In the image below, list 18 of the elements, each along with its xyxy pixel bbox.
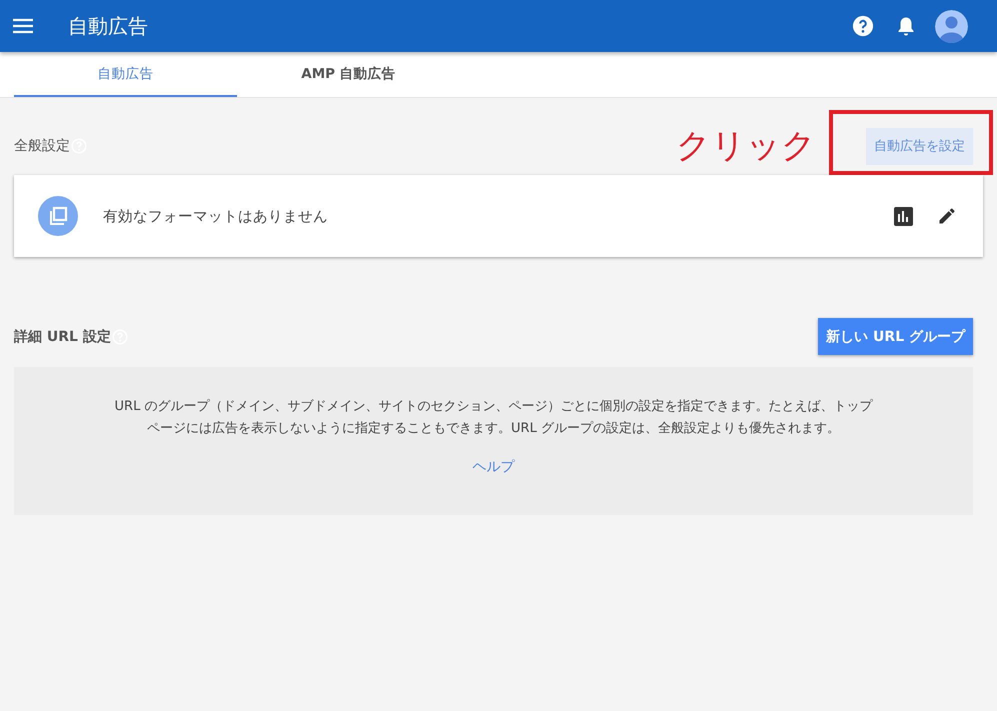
- section-heading: 全般設定: [14, 137, 70, 155]
- avatar-icon[interactable]: [935, 10, 968, 42]
- help-icon[interactable]: [852, 15, 874, 37]
- notification-bell-icon[interactable]: [897, 16, 915, 36]
- bar-chart-icon[interactable]: [894, 206, 913, 226]
- edit-icon[interactable]: [937, 206, 957, 226]
- app-title: 自動広告: [68, 12, 148, 40]
- menu-icon[interactable]: [13, 18, 33, 34]
- section-heading: 詳細 URL 設定: [14, 328, 111, 346]
- annotation-text: クリック: [676, 125, 816, 168]
- card-message: 有効なフォーマットはありません: [103, 208, 328, 226]
- help-link[interactable]: ヘルプ: [472, 458, 514, 476]
- tab[interactable]: AMP 自動広告: [237, 52, 460, 97]
- tab[interactable]: 自動広告: [14, 52, 237, 97]
- set-auto-ads-button[interactable]: 自動広告を設定: [866, 128, 973, 164]
- formats-icon: [38, 196, 78, 236]
- new-url-group-button[interactable]: 新しい URL グループ: [818, 318, 973, 355]
- description-text: URL のグループ（ドメイン、サブドメイン、サイトのセクション、ページ）ごとに個別の設定を指定できます。たとえば、トップページには広告を表示しないように指定することもできます。URL グループの設定は、全般設定よりも優先されます。: [114, 398, 874, 438]
